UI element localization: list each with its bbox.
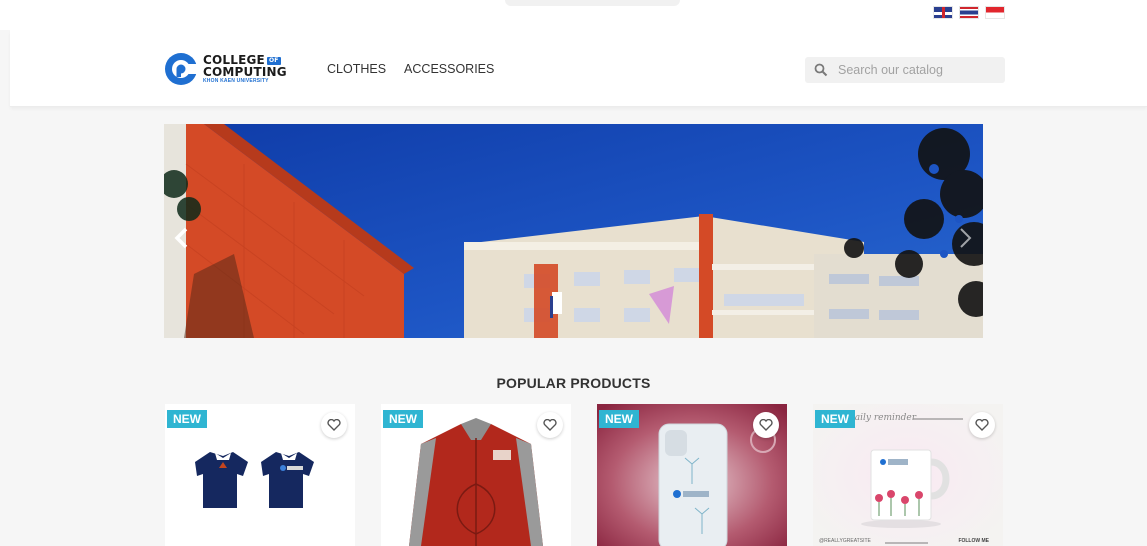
hero-carousel[interactable] <box>164 124 983 338</box>
site-logo[interactable]: COLLEGE OF COMPUTING KHON KAEN UNIVERSITY <box>164 52 287 86</box>
nav-item-clothes[interactable]: CLOTHES <box>327 62 386 76</box>
product-card[interactable]: NEW <box>381 404 571 546</box>
top-bar <box>0 0 1147 30</box>
top-bar-tab <box>505 0 680 6</box>
wishlist-button[interactable] <box>753 412 779 438</box>
logo-line-3: KHON KAEN UNIVERSITY <box>203 78 269 84</box>
uk-flag-icon[interactable] <box>933 6 953 19</box>
main-nav: CLOTHES ACCESSORIES <box>327 62 494 76</box>
wishlist-button[interactable] <box>321 412 347 438</box>
heart-icon <box>327 419 341 431</box>
heart-icon <box>975 419 989 431</box>
chevron-left-icon[interactable] <box>172 224 192 252</box>
heart-icon <box>759 419 773 431</box>
logo-tag: OF <box>266 56 281 65</box>
chevron-right-icon[interactable] <box>955 224 975 252</box>
new-badge: NEW <box>167 410 207 428</box>
college-logo-icon <box>165 53 198 85</box>
product-card[interactable]: NEW <box>597 404 787 546</box>
logo-text: COLLEGE OF COMPUTING KHON KAEN UNIVERSITY <box>203 54 287 84</box>
new-badge: NEW <box>383 410 423 428</box>
wishlist-button[interactable] <box>969 412 995 438</box>
product-card[interactable]: daily reminder @REALLYGREATSITE FOLLOW M… <box>813 404 1003 546</box>
site-header: COLLEGE OF COMPUTING KHON KAEN UNIVERSITY… <box>10 30 1147 107</box>
indonesia-flag-icon[interactable] <box>985 6 1005 19</box>
mug-footer-left-text: @REALLYGREATSITE <box>819 538 871 544</box>
mug-footer-right-text: FOLLOW ME <box>958 538 989 544</box>
search-box[interactable] <box>805 57 1005 83</box>
new-badge: NEW <box>815 410 855 428</box>
language-selector <box>933 6 1005 19</box>
logo-line-2: COMPUTING <box>203 65 287 79</box>
new-badge: NEW <box>599 410 639 428</box>
thailand-flag-icon[interactable] <box>959 6 979 19</box>
product-card[interactable]: NEW <box>165 404 355 546</box>
heart-icon <box>543 419 557 431</box>
search-input[interactable] <box>836 62 990 78</box>
section-title: POPULAR PRODUCTS <box>496 374 651 391</box>
wishlist-button[interactable] <box>537 412 563 438</box>
carousel-slide-image <box>164 124 983 338</box>
search-icon[interactable] <box>814 63 828 77</box>
nav-item-accessories[interactable]: ACCESSORIES <box>404 62 494 76</box>
mug-reminder-text: daily reminder <box>849 413 917 423</box>
